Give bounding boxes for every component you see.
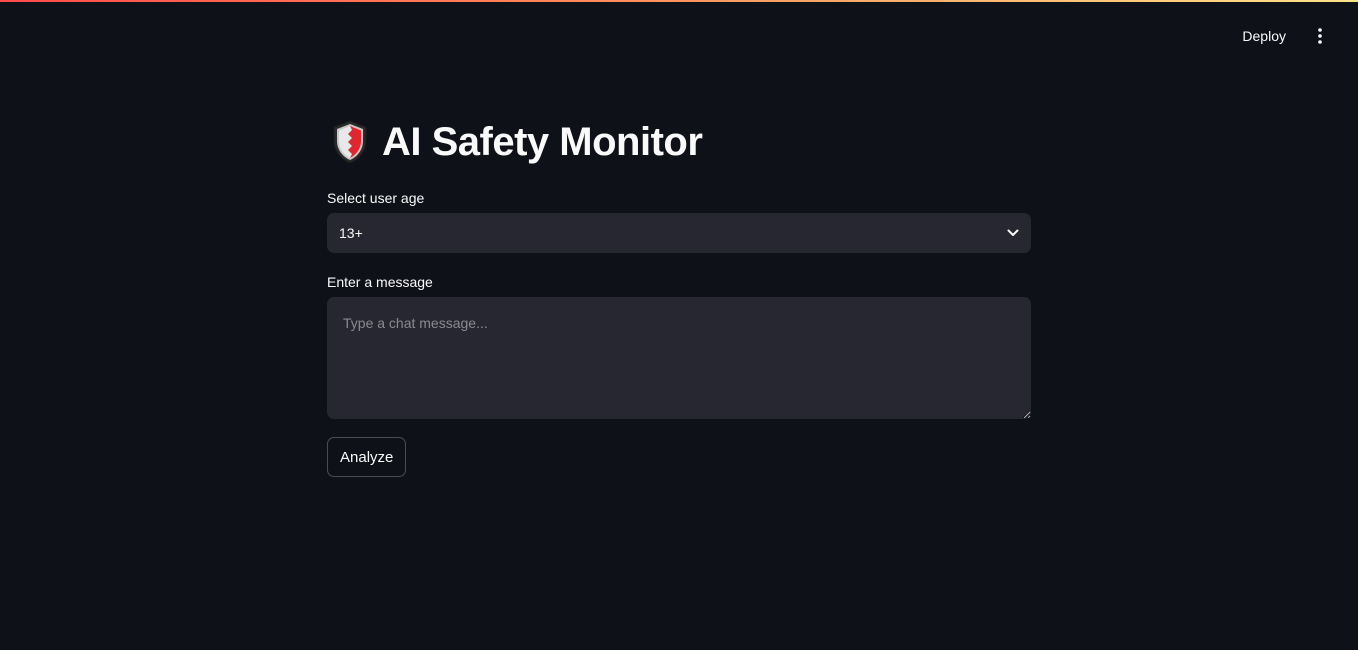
- main-content: AI Safety Monitor Select user age 13+ En…: [327, 112, 1031, 477]
- deploy-button[interactable]: Deploy: [1234, 24, 1294, 48]
- top-decoration-bar: [0, 0, 1358, 2]
- shield-icon: [333, 120, 367, 164]
- analyze-button[interactable]: Analyze: [327, 437, 407, 477]
- message-label: Enter a message: [327, 274, 433, 290]
- age-select-label: Select user age: [327, 190, 425, 206]
- message-input[interactable]: [327, 297, 1031, 419]
- age-select[interactable]: 13+: [327, 213, 1031, 253]
- vertical-ellipsis-icon: [1318, 28, 1322, 44]
- page-title: AI Safety Monitor: [382, 119, 703, 164]
- main-menu-button[interactable]: [1306, 22, 1334, 50]
- age-select-value: 13+: [339, 225, 363, 241]
- chevron-down-icon: [1007, 229, 1019, 236]
- title-row: AI Safety Monitor: [327, 112, 1031, 172]
- app-header: Deploy: [1234, 20, 1358, 52]
